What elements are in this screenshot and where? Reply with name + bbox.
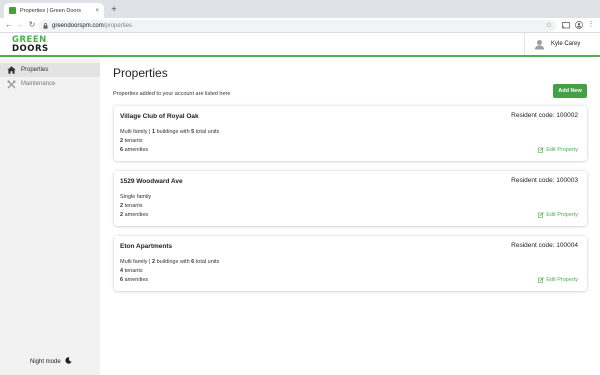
- tab-title: Properties | Green Doors: [20, 7, 82, 14]
- lock-icon: [43, 23, 48, 29]
- property-summary: Single family: [120, 194, 152, 200]
- forward-icon[interactable]: →: [14, 19, 26, 31]
- edit-property-link[interactable]: Edit Property: [538, 277, 578, 283]
- menu-kebab-icon[interactable]: ⋮: [585, 19, 597, 31]
- tools-icon: [7, 79, 16, 89]
- address-bar[interactable]: greendoorspm.com/properties ☆: [38, 19, 556, 32]
- property-summary: Multi family | 2 buildings with 6 total …: [120, 259, 220, 265]
- browser-toolbar: ← → ↻ greendoorspm.com/properties ☆ ⋮: [0, 18, 600, 33]
- bookmark-star-icon[interactable]: ☆: [546, 20, 552, 32]
- url-host: greendoorspm.com: [52, 22, 104, 29]
- sidebar-item-label: Properties: [21, 67, 49, 73]
- sidebar-item-properties[interactable]: Properties: [0, 63, 100, 77]
- property-summary: Multi family | 1 buildings with 5 total …: [120, 129, 220, 135]
- user-name: Kyle Carey: [551, 41, 581, 47]
- tenants-count: 2 tenants: [120, 138, 143, 144]
- profile-icon[interactable]: [573, 19, 585, 31]
- property-card: 1529 Woodward Ave Resident code: 100003 …: [114, 171, 587, 226]
- add-new-button[interactable]: Add New: [553, 84, 587, 98]
- tenants-count: 2 tenants: [120, 203, 143, 209]
- property-card: Eton Apartments Resident code: 100004 Mu…: [114, 236, 587, 291]
- reload-icon[interactable]: ↻: [26, 19, 38, 31]
- green-doors-logo[interactable]: GREEN DOORS: [12, 36, 58, 55]
- edit-icon: [538, 212, 544, 218]
- property-name: 1529 Woodward Ave: [120, 178, 183, 185]
- edit-property-link[interactable]: Edit Property: [538, 147, 578, 153]
- sidebar-item-label: Maintenance: [21, 81, 56, 87]
- sidebar-item-maintenance[interactable]: Maintenance: [0, 77, 100, 91]
- new-tab-button[interactable]: +: [108, 3, 120, 15]
- edit-icon: [538, 277, 544, 283]
- logo-bottom-text: DOORS: [12, 43, 49, 54]
- favicon-icon: [9, 7, 16, 14]
- cast-icon[interactable]: [560, 19, 572, 31]
- tenants-count: 4 tenants: [120, 268, 143, 274]
- night-mode-toggle[interactable]: Night mode: [30, 357, 72, 366]
- user-avatar-icon: [534, 39, 545, 50]
- property-card: Village Club of Royal Oak Resident code:…: [114, 106, 587, 161]
- moon-icon: [65, 357, 72, 366]
- edit-icon: [538, 147, 544, 153]
- resident-code: Resident code: 100002: [511, 112, 578, 119]
- edit-property-label: Edit Property: [546, 277, 578, 283]
- page-subtitle: Properties added to your account are lis…: [113, 91, 231, 97]
- night-mode-label: Night mode: [30, 358, 61, 365]
- sidebar: Properties Maintenance Night mode: [0, 59, 100, 375]
- edit-property-label: Edit Property: [546, 147, 578, 153]
- browser-tab[interactable]: Properties | Green Doors ×: [4, 3, 104, 18]
- resident-code: Resident code: 100004: [511, 242, 578, 249]
- page-title: Properties: [113, 66, 168, 80]
- tab-close-icon[interactable]: ×: [95, 8, 99, 14]
- amenities-count: 6 amenities: [120, 147, 149, 153]
- resident-code: Resident code: 100003: [511, 177, 578, 184]
- edit-property-label: Edit Property: [546, 212, 578, 218]
- user-menu[interactable]: Kyle Carey: [524, 33, 600, 55]
- home-icon: [7, 66, 16, 75]
- amenities-count: 6 amenities: [120, 277, 149, 283]
- browser-tab-bar: Properties | Green Doors × +: [0, 0, 600, 18]
- app-header: GREEN DOORS Kyle Carey: [0, 33, 600, 57]
- edit-property-link[interactable]: Edit Property: [538, 212, 578, 218]
- property-name: Eton Apartments: [120, 243, 173, 250]
- amenities-count: 2 amenities: [120, 212, 149, 218]
- url-path: /properties: [103, 22, 133, 29]
- property-name: Village Club of Royal Oak: [120, 113, 199, 120]
